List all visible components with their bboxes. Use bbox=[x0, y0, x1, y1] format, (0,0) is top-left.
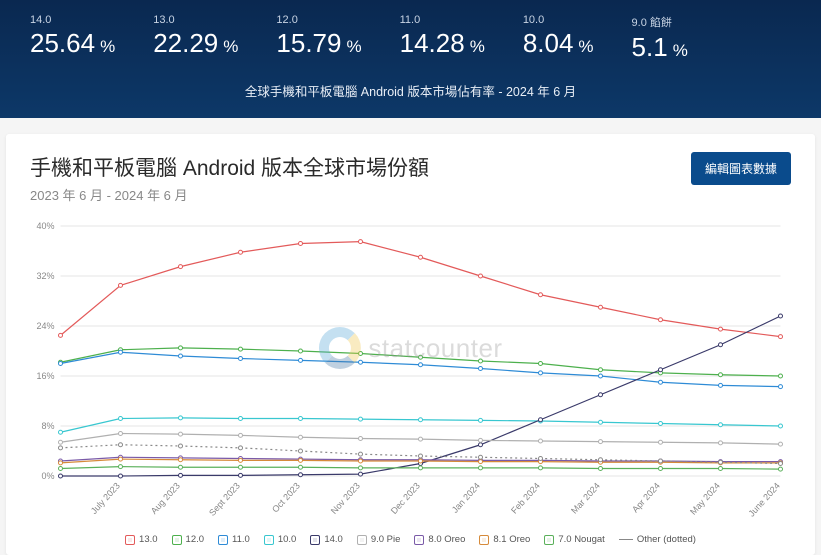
legend-label: 12.0 bbox=[186, 534, 205, 545]
legend-swatch-icon bbox=[218, 535, 228, 545]
legend-swatch-icon bbox=[310, 535, 320, 545]
svg-text:32%: 32% bbox=[36, 271, 54, 281]
stat-label: 13.0 bbox=[153, 14, 238, 26]
legend-line-icon bbox=[619, 539, 633, 540]
legend-swatch-icon bbox=[125, 535, 135, 545]
svg-text:Oct 2023: Oct 2023 bbox=[270, 481, 302, 515]
svg-text:0%: 0% bbox=[41, 471, 54, 481]
legend-item[interactable]: 10.0 bbox=[264, 534, 297, 545]
stat-item: 14.0 25.64% bbox=[30, 14, 115, 63]
legend-label: 8.1 Oreo bbox=[493, 534, 530, 545]
chart-card: 手機和平板電腦 Android 版本全球市場份額 2023 年 6 月 - 20… bbox=[6, 134, 815, 555]
svg-text:Aug 2023: Aug 2023 bbox=[149, 481, 182, 516]
svg-text:40%: 40% bbox=[36, 221, 54, 231]
legend-label: 9.0 Pie bbox=[371, 534, 401, 545]
legend-item[interactable]: 14.0 bbox=[310, 534, 343, 545]
svg-text:Sept 2023: Sept 2023 bbox=[207, 481, 242, 518]
stat-value: 25.64% bbox=[30, 28, 115, 59]
stats-row: 14.0 25.64% 13.0 22.29% 12.0 15.79% 11.0 14… bbox=[30, 14, 791, 63]
legend-item[interactable]: 8.0 Oreo bbox=[414, 534, 465, 545]
chart-subtitle: 2023 年 6 月 - 2024 年 6 月 bbox=[30, 185, 429, 204]
stat-label: 12.0 bbox=[276, 14, 361, 26]
chart-area: 0% 8% 16% 24% 32% 40% July 2023 Aug 2023 Sept 20… bbox=[30, 218, 791, 528]
stat-label: 11.0 bbox=[400, 14, 485, 26]
stat-value: 14.28% bbox=[400, 28, 485, 59]
legend-swatch-icon bbox=[172, 535, 182, 545]
svg-text:24%: 24% bbox=[36, 321, 54, 331]
legend-swatch-icon bbox=[479, 535, 489, 545]
legend-swatch-icon bbox=[414, 535, 424, 545]
svg-text:July 2023: July 2023 bbox=[89, 481, 122, 516]
hero-subtitle: 全球手機和平板電腦 Android 版本市場佔有率 - 2024 年 6 月 bbox=[30, 81, 791, 100]
hero-banner: 14.0 25.64% 13.0 22.29% 12.0 15.79% 11.0 14… bbox=[0, 0, 821, 118]
edit-chart-button[interactable]: 編輯圖表數據 bbox=[691, 152, 791, 185]
stat-item: 11.0 14.28% bbox=[400, 14, 485, 63]
legend-label: 10.0 bbox=[278, 534, 297, 545]
chart-title: 手機和平板電腦 Android 版本全球市場份額 bbox=[30, 152, 429, 182]
stat-item: 12.0 15.79% bbox=[276, 14, 361, 63]
legend-item[interactable]: 11.0 bbox=[218, 534, 250, 545]
stat-label: 14.0 bbox=[30, 14, 115, 26]
stat-value: 22.29% bbox=[153, 28, 238, 59]
legend-item[interactable]: 13.0 bbox=[125, 534, 158, 545]
svg-text:Nov 2023: Nov 2023 bbox=[329, 481, 362, 516]
legend-item[interactable]: Other (dotted) bbox=[619, 534, 696, 545]
legend-item[interactable]: 8.1 Oreo bbox=[479, 534, 530, 545]
stat-label: 9.0 餡餅 bbox=[632, 14, 688, 30]
stat-item: 10.0 8.04% bbox=[523, 14, 594, 63]
svg-text:June 2024: June 2024 bbox=[746, 481, 782, 519]
stat-value: 5.1% bbox=[632, 32, 688, 63]
svg-text:16%: 16% bbox=[36, 371, 54, 381]
legend-item[interactable]: 7.0 Nougat bbox=[544, 534, 604, 545]
legend-label: 13.0 bbox=[139, 534, 158, 545]
legend-label: 7.0 Nougat bbox=[558, 534, 604, 545]
legend-item[interactable]: 12.0 bbox=[172, 534, 205, 545]
svg-text:Apr 2024: Apr 2024 bbox=[630, 481, 662, 515]
legend-label: 8.0 Oreo bbox=[428, 534, 465, 545]
legend-label: Other (dotted) bbox=[637, 534, 696, 545]
legend-item[interactable]: 9.0 Pie bbox=[357, 534, 401, 545]
stat-item: 13.0 22.29% bbox=[153, 14, 238, 63]
legend-label: 14.0 bbox=[324, 534, 343, 545]
line-chart: 0% 8% 16% 24% 32% 40% July 2023 Aug 2023 Sept 20… bbox=[30, 218, 791, 528]
legend-swatch-icon bbox=[357, 535, 367, 545]
svg-text:Jan 2024: Jan 2024 bbox=[450, 481, 482, 515]
stat-item: 9.0 餡餅 5.1% bbox=[632, 14, 688, 63]
stat-label: 10.0 bbox=[523, 14, 594, 26]
legend-swatch-icon bbox=[264, 535, 274, 545]
svg-text:May 2024: May 2024 bbox=[688, 481, 722, 517]
svg-text:Mar 2024: Mar 2024 bbox=[569, 481, 602, 516]
chart-legend: 13.0 12.0 11.0 10.0 14.0 9.0 Pie 8.0 Oreo 8.1 O… bbox=[30, 534, 791, 545]
svg-text:8%: 8% bbox=[41, 421, 54, 431]
legend-label: 11.0 bbox=[232, 534, 250, 545]
svg-text:Dec 2023: Dec 2023 bbox=[389, 481, 422, 516]
stat-value: 15.79% bbox=[276, 28, 361, 59]
svg-text:Feb 2024: Feb 2024 bbox=[509, 481, 542, 516]
stat-value: 8.04% bbox=[523, 28, 594, 59]
legend-swatch-icon bbox=[544, 535, 554, 545]
